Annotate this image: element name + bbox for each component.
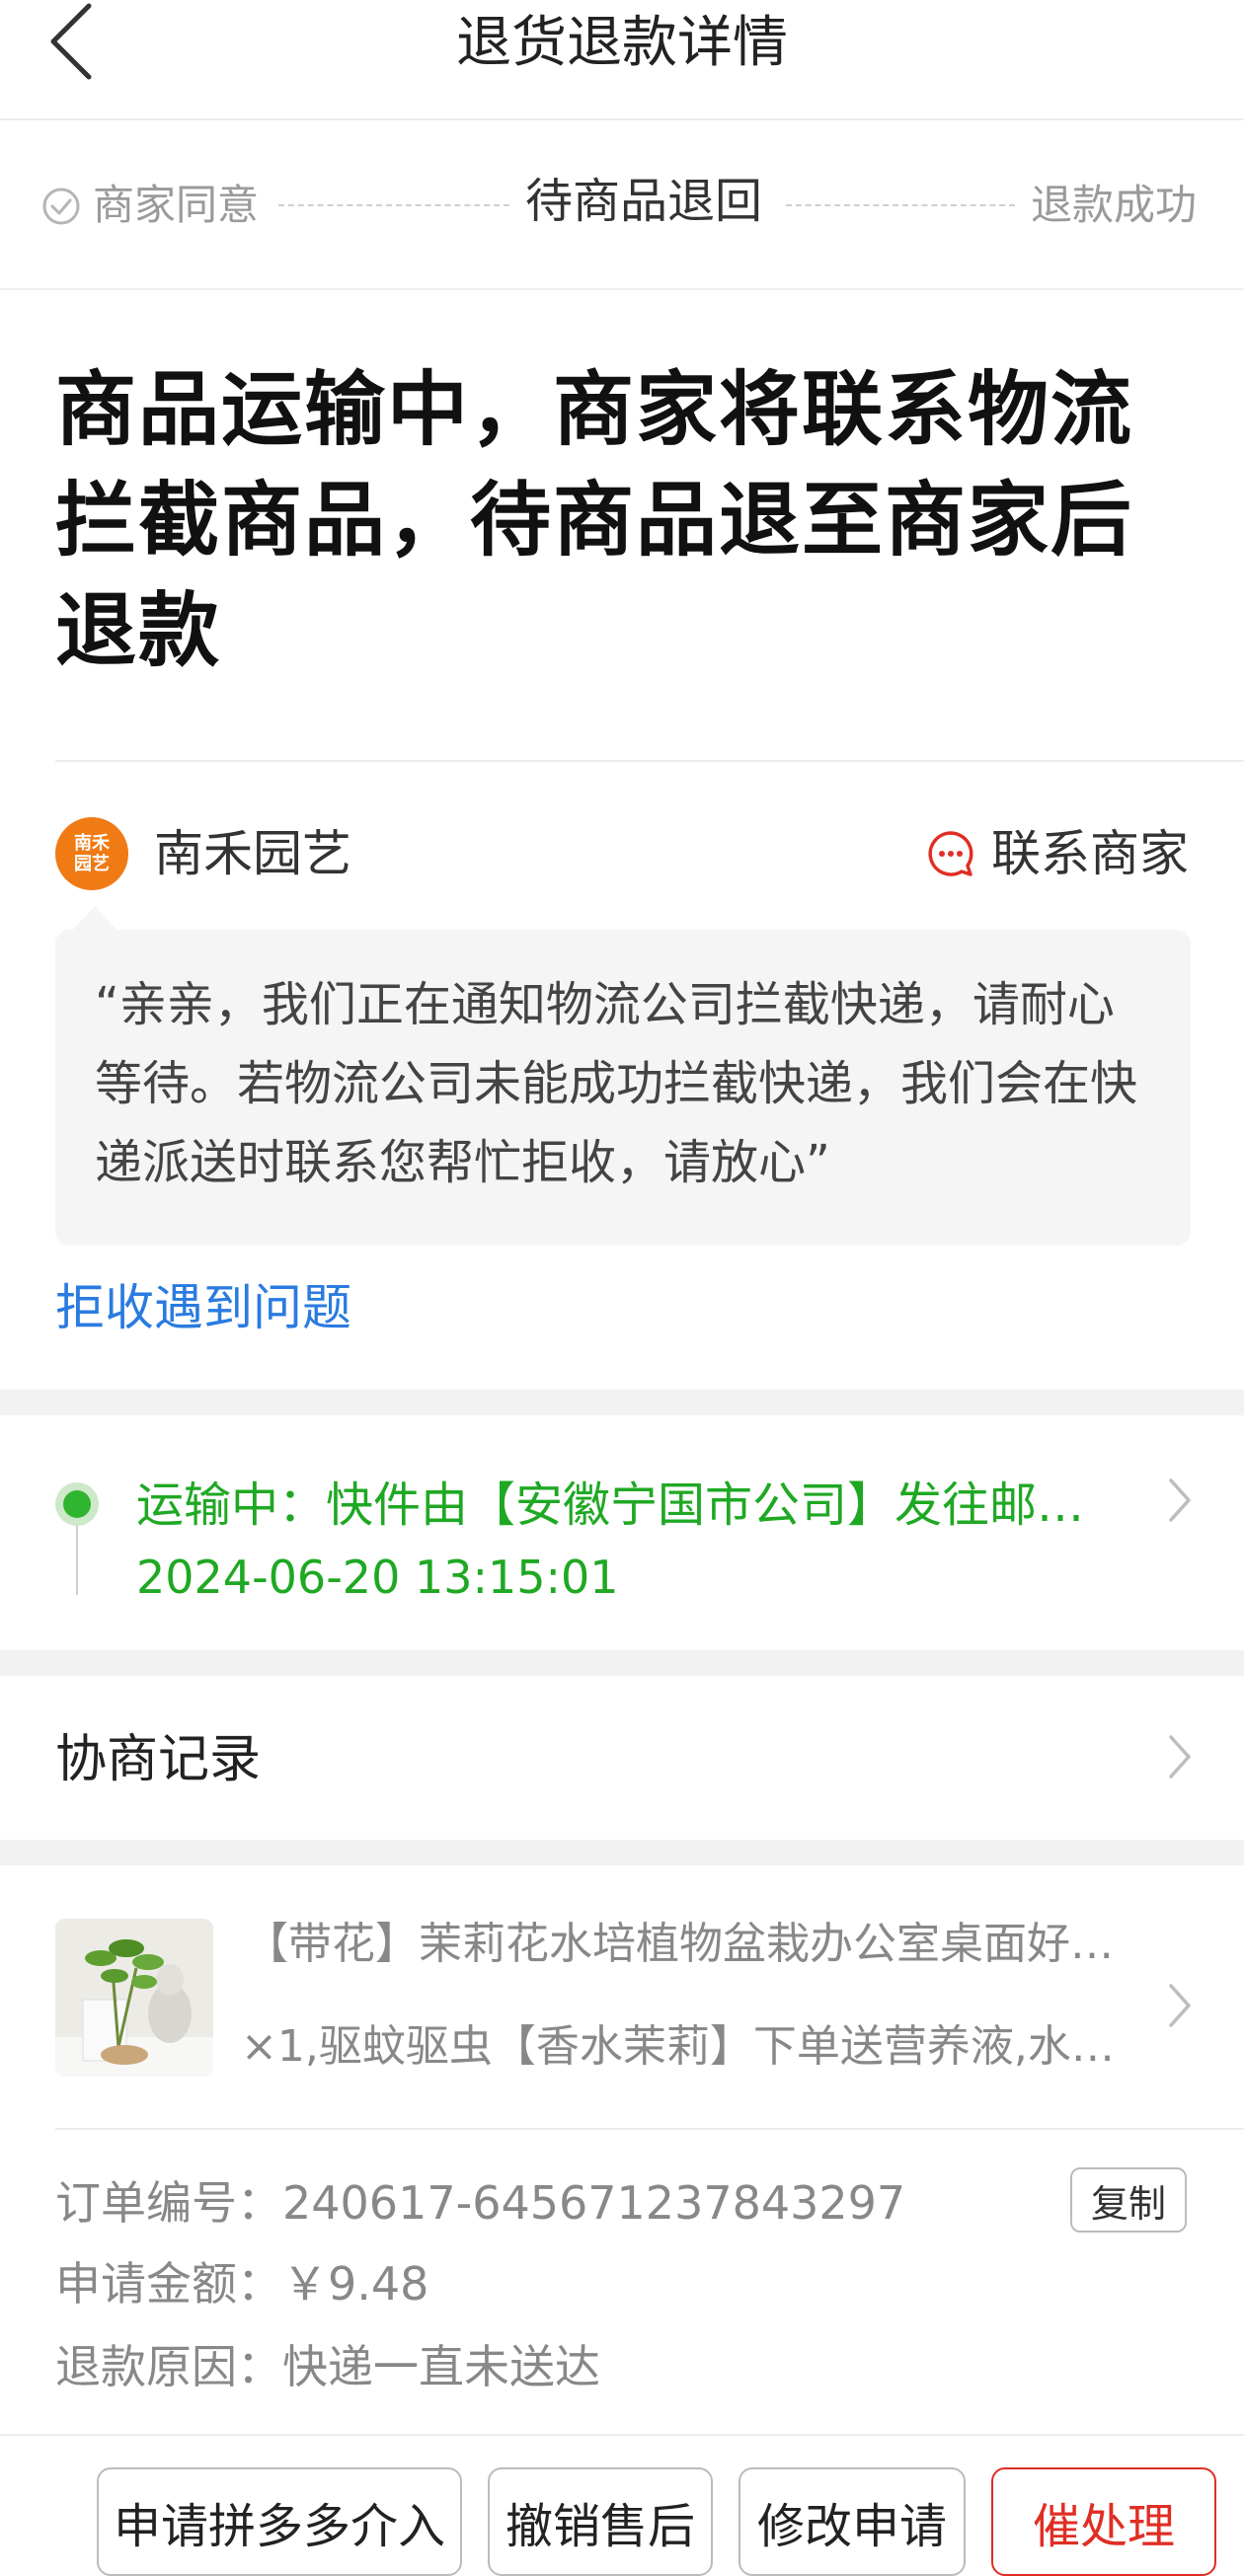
refund-reason-label: 退款原因： [55, 2340, 282, 2393]
product-thumbnail [55, 1919, 213, 2077]
bubble-pointer [71, 906, 118, 932]
contact-merchant-button[interactable]: 联系商家 [926, 819, 1189, 888]
refund-amount-line: 申请金额：￥9.48 [55, 2252, 428, 2315]
order-number: 240617-645671237843297 [282, 2176, 906, 2230]
section-gap [0, 1650, 1244, 1676]
negotiation-record-label: 协商记录 [55, 1730, 262, 1789]
chevron-right-icon [1169, 1735, 1191, 1779]
chat-bubble-icon [928, 831, 973, 876]
step-merchant-agreed: 商家同意 [93, 181, 260, 229]
chevron-right-icon [1169, 1984, 1191, 2027]
contact-merchant-label: 联系商家 [991, 825, 1189, 882]
refund-reason: 快递一直未送达 [282, 2340, 600, 2393]
page-title: 退货退款详情 [456, 11, 788, 75]
product-title: 【带花】茉莉花水培植物盆栽办公室桌面好… [245, 1919, 1114, 1969]
step-connector [786, 204, 1015, 206]
step-connector [278, 204, 509, 206]
reject-issue-link[interactable]: 拒收遇到问题 [55, 1273, 351, 1342]
logistics-status: 运输中：快件由【安徽宁国市公司】发往邮… [136, 1477, 1085, 1533]
shop-name: 南禾园艺 [154, 825, 351, 882]
divider [55, 2128, 1244, 2130]
refund-reason-line: 退款原因：快递一直未送达 [55, 2335, 600, 2398]
cancel-aftersale-button[interactable]: 撤销售后 [488, 2467, 713, 2576]
chevron-right-icon [1169, 1478, 1191, 1522]
timeline-line [76, 1526, 78, 1595]
copy-button[interactable]: 复制 [1070, 2167, 1187, 2233]
logistics-time: 2024-06-20 13:15:01 [136, 1551, 619, 1604]
status-dot-icon [55, 1482, 99, 1526]
modify-request-button[interactable]: 修改申请 [739, 2467, 966, 2576]
section-gap [0, 1390, 1244, 1415]
product-spec: ×1,驱蚊驱虫【香水茉莉】下单送营养液,水养… [241, 2021, 1129, 2072]
merchant-message-text: “亲亲，我们正在通知物流公司拦截快递，请耐心等待。若物流公司未能成功拦截快递，我… [95, 977, 1138, 1190]
status-headline: 商品运输中，商家将联系物流拦截商品，待商品退至商家后退款 [55, 363, 1134, 678]
step-refund-success: 退款成功 [1031, 181, 1198, 229]
check-circle-icon [42, 188, 80, 225]
order-number-label: 订单编号： [55, 2176, 282, 2230]
section-gap [0, 1840, 1244, 1865]
refund-amount-label: 申请金额： [55, 2257, 282, 2311]
step-awaiting-return: 待商品退回 [525, 174, 763, 229]
shop-logo-text: 南禾 园艺 [74, 833, 110, 874]
shop-logo: 南禾 园艺 [55, 817, 128, 890]
divider [55, 760, 1244, 762]
refund-amount: ￥9.48 [282, 2257, 429, 2311]
platform-intervention-button[interactable]: 申请拼多多介入 [97, 2467, 462, 2576]
order-number-line: 订单编号：240617-645671237843297 [55, 2171, 905, 2235]
urge-processing-button[interactable]: 催处理 [991, 2467, 1216, 2576]
